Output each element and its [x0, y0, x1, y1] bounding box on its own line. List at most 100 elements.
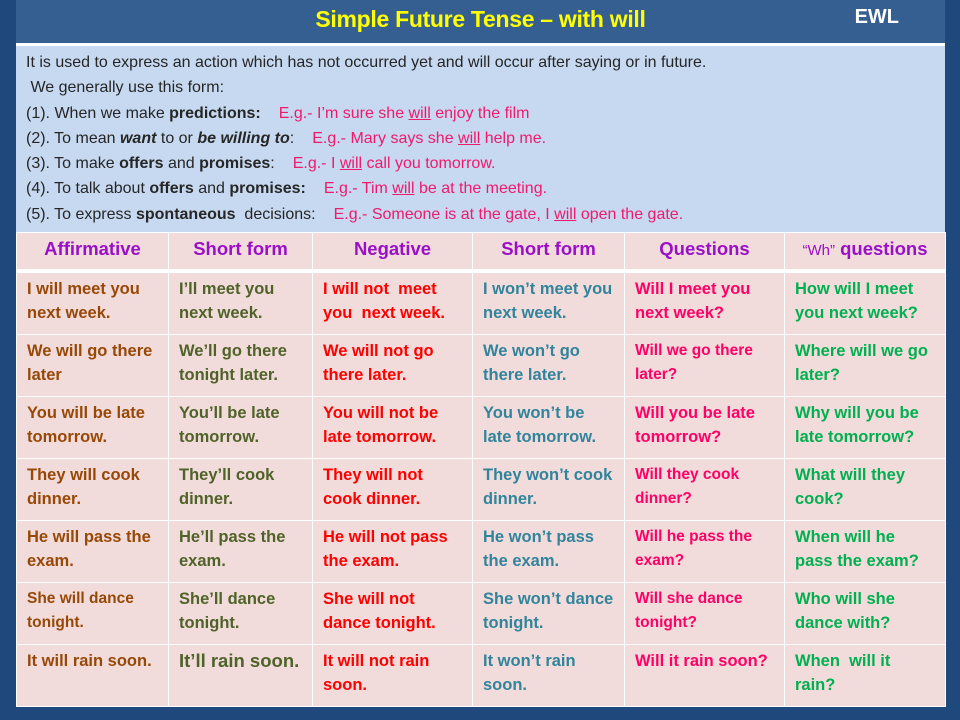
affirmative-cell: She will dance tonight.: [16, 582, 169, 645]
negative-short-form-cell: We won’t go there later.: [472, 334, 625, 397]
usage-mid: and: [193, 180, 230, 198]
intro-form-label: We generally use this form:: [26, 79, 225, 97]
usage-mid: decisions:: [235, 205, 316, 223]
usage-suffix: :: [289, 129, 295, 147]
affirmative-cell: They will cook dinner.: [16, 458, 169, 521]
wh-question-cell: When will it rain?: [784, 644, 946, 707]
negative-short-form-cell: They won’t cook dinner.: [472, 458, 625, 521]
question-cell: Will you be late tomorrow?: [624, 396, 785, 459]
negative-short-form-cell: He won’t pass the exam.: [472, 520, 625, 583]
header-questions: Questions: [624, 232, 785, 273]
negative-cell: She will not dance tonight.: [312, 582, 473, 645]
example-text: E.g.- Someone is at the gate, I: [333, 205, 555, 223]
table-row: They will cook dinner. They’ll cook dinne…: [16, 458, 946, 521]
usage-example: E.g.- Mary says she will help me.: [312, 130, 546, 147]
usage-keyword: promises:: [229, 180, 306, 198]
affirmative-cell: We will go there later: [16, 334, 169, 397]
intro-section: It is used to express an action which ha…: [26, 50, 936, 227]
question-cell: Will she dance tonight?: [624, 582, 785, 645]
table-row: You will be late tomorrow. You’ll be late…: [16, 396, 946, 459]
question-cell: Will they cook dinner?: [624, 458, 785, 521]
example-will: will: [408, 104, 431, 122]
table-row: I will meet you next week. I’ll meet you …: [16, 270, 946, 335]
example-text: E.g.- Mary says she: [312, 129, 459, 147]
wh-question-cell: When will he pass the exam?: [784, 520, 946, 583]
usage-prefix: (5). To express: [26, 205, 136, 223]
negative-cell: He will not pass the exam.: [312, 520, 473, 583]
question-cell: Will it rain soon?: [624, 644, 785, 707]
short-form-cell: It’ll rain soon.: [168, 644, 313, 707]
table-row: He will pass the exam. He’ll pass the exa…: [16, 520, 946, 583]
example-text: E.g.- I: [292, 155, 340, 173]
header-negative: Negative: [312, 232, 473, 273]
question-cell: Will I meet you next week?: [624, 270, 785, 335]
usage-example: E.g.- I’m sure she will enjoy the film: [279, 105, 530, 122]
wh-question-cell: Why will you be late tomorrow?: [784, 396, 946, 459]
usage-example: E.g.- Tim will be at the meeting.: [324, 180, 547, 197]
usage-keyword: offers: [149, 180, 194, 198]
short-form-cell: You’ll be late tomorrow.: [168, 396, 313, 459]
usage-keyword: offers: [119, 155, 164, 173]
negative-cell: We will not go there later.: [312, 334, 473, 397]
usage-mid: to or: [156, 129, 198, 147]
questions-label: questions: [840, 238, 928, 259]
affirmative-cell: It will rain soon.: [16, 644, 169, 707]
negative-short-form-cell: She won’t dance tonight.: [472, 582, 625, 645]
negative-cell: It will not rain soon.: [312, 644, 473, 707]
usage-example: E.g.- Someone is at the gate, I will ope…: [334, 206, 684, 223]
table-row: It will rain soon. It’ll rain soon. It wil…: [16, 644, 946, 707]
example-text: E.g.- Tim: [323, 180, 393, 198]
example-will: will: [554, 205, 577, 223]
example-will: will: [339, 155, 363, 173]
table-row: We will go there later We’ll go there ton…: [16, 334, 946, 397]
usage-keyword: promises: [199, 155, 271, 173]
short-form-cell: I’ll meet you next week.: [168, 270, 313, 335]
example-text: call you tomorrow.: [362, 155, 496, 173]
header-affirmative: Affirmative: [16, 232, 169, 273]
wh-question-cell: Who will she dance with?: [784, 582, 946, 645]
header-wh-questions: “Wh” questions: [784, 232, 946, 273]
usage-keyword: be willing to: [197, 129, 290, 147]
affirmative-cell: I will meet you next week.: [16, 270, 169, 335]
usage-item: (3). To make offers and promises: E.g.- I…: [26, 151, 936, 176]
usage-suffix: :: [270, 155, 275, 173]
affirmative-cell: You will be late tomorrow.: [16, 396, 169, 459]
usage-prefix: (4). To talk about: [26, 180, 150, 198]
intro-definition: It is used to express an action which ha…: [26, 54, 707, 71]
negative-cell: I will not meet you next week.: [312, 270, 473, 335]
usage-prefix: (3). To make: [26, 155, 120, 173]
negative-short-form-cell: I won’t meet you next week.: [472, 270, 625, 335]
wh-question-cell: How will I meet you next week?: [784, 270, 946, 335]
short-form-cell: She’ll dance tonight.: [168, 582, 313, 645]
example-text: enjoy the film: [430, 104, 530, 122]
example-will: will: [392, 180, 415, 198]
example-text: E.g.- I’m sure she: [278, 104, 409, 122]
header-negative-short-form: Short form: [472, 232, 625, 273]
wh-label: “Wh”: [802, 242, 835, 259]
slide-panel: Simple Future Tense – with will EWL It i…: [16, 0, 946, 707]
example-text: be at the meeting.: [414, 180, 548, 198]
short-form-cell: They’ll cook dinner.: [168, 458, 313, 521]
affirmative-cell: He will pass the exam.: [16, 520, 169, 583]
usage-item: (2). To mean want to or be willing to: E.…: [26, 126, 936, 151]
wh-question-cell: Where will we go later?: [784, 334, 946, 397]
negative-cell: They will not cook dinner.: [312, 458, 473, 521]
negative-short-form-cell: You won’t be late tomorrow.: [472, 396, 625, 459]
table-row: She will dance tonight. She’ll dance toni…: [16, 582, 946, 645]
usage-mid: and: [163, 155, 200, 173]
example-will: will: [458, 129, 481, 147]
example-text: help me.: [480, 129, 547, 147]
brand-logo-text: EWL: [854, 6, 899, 28]
negative-short-form-cell: It won’t rain soon.: [472, 644, 625, 707]
usage-prefix: (1). When we make: [26, 104, 170, 122]
negative-cell: You will not be late tomorrow.: [312, 396, 473, 459]
tense-table: Affirmative Short form Negative Short fo…: [16, 232, 946, 707]
question-cell: Will he pass the exam?: [624, 520, 785, 583]
question-cell: Will we go there later?: [624, 334, 785, 397]
usage-item: (4). To talk about offers and promises: E…: [26, 176, 936, 201]
example-text: open the gate.: [576, 205, 684, 223]
usage-keyword: want: [119, 129, 157, 147]
usage-item: (1). When we make predictions: E.g.- I’m …: [26, 101, 936, 126]
header-short-form: Short form: [168, 232, 313, 273]
usage-example: E.g.- I will call you tomorrow.: [293, 155, 496, 172]
